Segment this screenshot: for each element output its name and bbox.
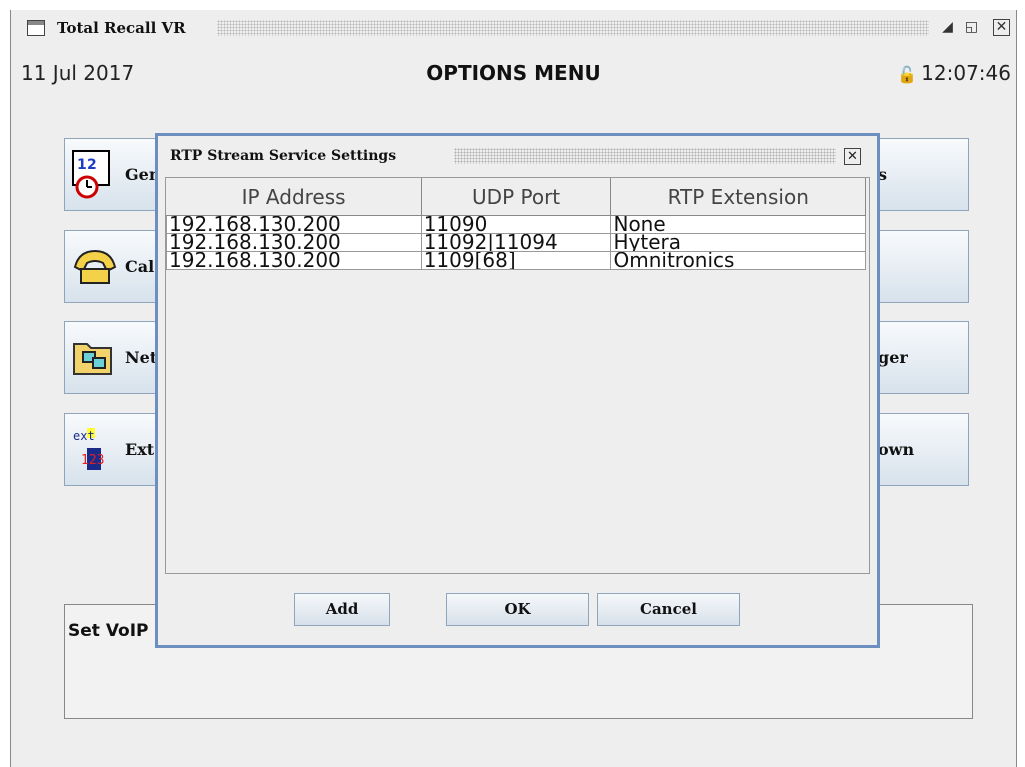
ok-button[interactable]: OK xyxy=(446,593,589,626)
window-title: Total Recall VR xyxy=(57,19,186,37)
svg-text:123: 123 xyxy=(81,453,104,468)
calendar-clock-icon: 1 2 xyxy=(72,150,110,199)
right-option-button-2[interactable] xyxy=(871,230,969,303)
time-label: 12:07:46 xyxy=(921,61,1011,85)
rtp-extension-cell[interactable]: Hytera xyxy=(610,233,866,252)
network-settings-label: Net xyxy=(125,348,158,367)
title-bar[interactable]: Total Recall VR ◢ ◱ ✕ xyxy=(11,10,1016,40)
table-row[interactable]: 192.168.130.200 11092|11094 Hytera xyxy=(166,233,866,252)
table-row[interactable]: 192.168.130.200 11090 None xyxy=(166,215,866,234)
telephone-icon xyxy=(73,249,117,284)
dialog-title: RTP Stream Service Settings xyxy=(170,148,397,164)
close-icon[interactable]: ✕ xyxy=(993,19,1010,36)
call-settings-label: Cal xyxy=(125,257,155,276)
minimize-icon[interactable]: ◢ xyxy=(939,19,956,36)
column-header-ip-address[interactable]: IP Address xyxy=(166,178,422,216)
right-option-button-1[interactable]: s xyxy=(871,138,969,211)
svg-text:ext: ext xyxy=(73,429,95,443)
svg-text:1: 1 xyxy=(77,157,87,173)
dialog-title-pattern xyxy=(454,148,836,164)
ip-address-cell[interactable]: 192.168.130.200 xyxy=(166,233,422,252)
maximize-icon[interactable]: ◱ xyxy=(963,19,980,36)
network-folder-icon xyxy=(73,343,112,375)
udp-port-cell[interactable]: 1109[68] xyxy=(420,251,612,270)
rtp-stream-table: IP Address UDP Port RTP Extension 192.16… xyxy=(165,177,870,574)
rtp-extension-cell[interactable]: None xyxy=(610,215,866,234)
ip-address-cell[interactable]: 192.168.130.200 xyxy=(166,215,422,234)
dialog-close-icon[interactable]: ✕ xyxy=(844,148,861,165)
right-option-button-4[interactable]: own xyxy=(871,413,969,486)
page-title: OPTIONS MENU xyxy=(426,61,601,85)
svg-text:2: 2 xyxy=(87,157,97,173)
clock: 🔓 12:07:46 xyxy=(897,61,1011,85)
rtp-extension-cell[interactable]: Omnitronics xyxy=(610,251,866,270)
right-option-button-3[interactable]: ger xyxy=(871,321,969,394)
udp-port-cell[interactable]: 11092|11094 xyxy=(420,233,612,252)
column-header-rtp-extension[interactable]: RTP Extension xyxy=(610,178,866,216)
rtp-settings-dialog: RTP Stream Service Settings ✕ IP Address… xyxy=(155,133,880,648)
udp-port-cell[interactable]: 11090 xyxy=(420,215,612,234)
voip-status-label: Set VoIP xyxy=(68,621,149,641)
add-button[interactable]: Add xyxy=(294,593,390,626)
extension-settings-label: Ext xyxy=(125,440,155,459)
table-header-row: IP Address UDP Port RTP Extension xyxy=(166,178,866,216)
extension-icon: ext 123 xyxy=(73,428,104,470)
cancel-button[interactable]: Cancel xyxy=(597,593,740,626)
dialog-title-bar[interactable]: RTP Stream Service Settings ✕ xyxy=(158,136,877,166)
window-icon xyxy=(27,20,45,36)
column-header-udp-port[interactable]: UDP Port xyxy=(421,178,612,216)
title-bar-pattern xyxy=(217,20,929,36)
lock-icon: 🔓 xyxy=(897,65,918,84)
table-row[interactable]: 192.168.130.200 1109[68] Omnitronics xyxy=(166,251,866,270)
right-option-label-4: own xyxy=(878,440,915,459)
ip-address-cell[interactable]: 192.168.130.200 xyxy=(166,251,422,270)
right-option-label-3: ger xyxy=(878,348,908,367)
